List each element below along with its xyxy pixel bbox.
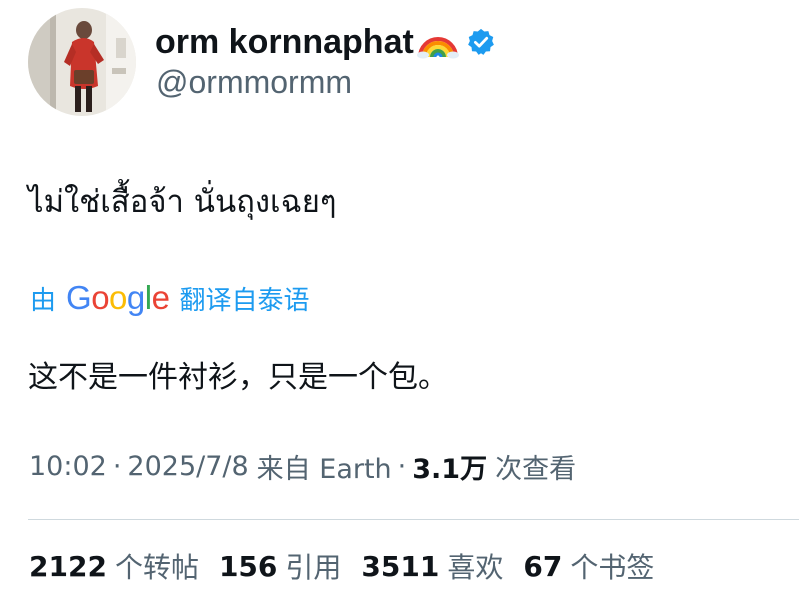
profile-name-row: orm kornnaphat <box>155 18 496 66</box>
retweets-stat[interactable]: 2122 个转帖 <box>29 546 199 586</box>
quotes-count: 156 <box>218 549 278 583</box>
likes-stat[interactable]: 3511 喜欢 <box>361 546 503 586</box>
avatar[interactable] <box>28 8 136 116</box>
engagement-stats: 2122 个转帖 156 引用 3511 喜欢 67 个书签 <box>29 546 674 586</box>
views-count[interactable]: 3.1万 <box>412 447 487 486</box>
bookmarks-label: 个书签 <box>570 551 655 584</box>
views-label: 次查看 <box>495 453 577 485</box>
tweet-source: 来自 Earth <box>256 453 392 485</box>
translation-prefix: 由 <box>30 285 57 316</box>
bookmarks-count: 67 <box>523 549 563 583</box>
retweets-count: 2122 <box>29 549 107 583</box>
translation-attribution[interactable]: 由 Google 翻译自泰语 <box>30 278 309 318</box>
bookmarks-stat[interactable]: 67 个书签 <box>523 546 654 586</box>
retweets-label: 个转帖 <box>114 551 199 584</box>
quotes-stat[interactable]: 156 引用 <box>219 546 341 586</box>
meta-separator: · <box>112 450 122 482</box>
translation-source-language: 翻译自泰语 <box>179 285 310 316</box>
rainbow-icon <box>416 25 460 59</box>
tweet-time[interactable]: 10:02 <box>29 451 107 482</box>
likes-count: 3511 <box>361 549 440 583</box>
tweet-meta: 10:02 · 2025/7/8 来自 Earth · 3.1万 次查看 <box>29 446 576 486</box>
translated-tweet-text: 这不是一件衬衫，只是一个包。 <box>28 360 448 395</box>
display-name[interactable]: orm kornnaphat <box>155 23 414 62</box>
tweet-text: ไม่ใช่เสื้อจ้า นั่นถุงเฉยๆ <box>28 184 337 220</box>
google-logo: Google <box>66 279 170 316</box>
verified-badge-icon[interactable] <box>466 27 496 57</box>
meta-separator: · <box>397 450 407 482</box>
profile-handle[interactable]: @ormmormm <box>156 64 352 101</box>
quotes-label: 引用 <box>285 551 342 584</box>
divider <box>28 519 799 520</box>
tweet-date[interactable]: 2025/7/8 <box>127 451 248 482</box>
likes-label: 喜欢 <box>447 551 504 584</box>
